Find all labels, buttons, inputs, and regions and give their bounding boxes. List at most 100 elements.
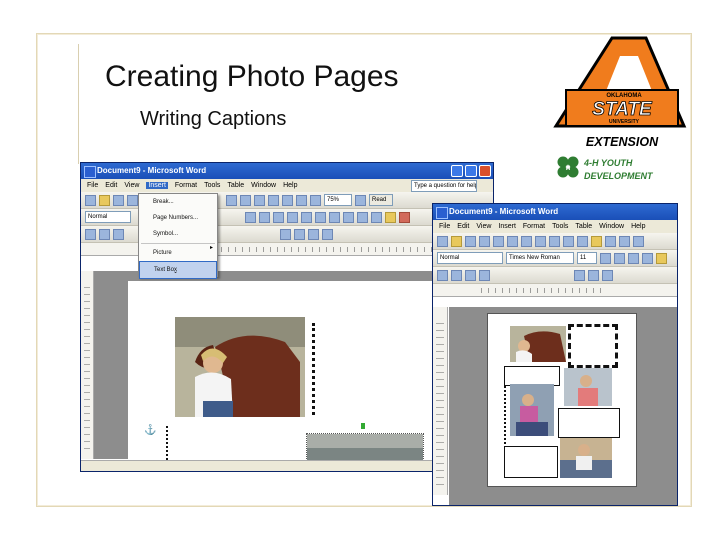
font-size-select[interactable]: 11 xyxy=(577,252,597,264)
menu-edit[interactable]: Edit xyxy=(105,182,117,189)
read-button[interactable]: Read xyxy=(369,194,393,206)
menu-help[interactable]: Help xyxy=(283,182,297,189)
menu-file[interactable]: File xyxy=(439,223,450,230)
permission-icon[interactable] xyxy=(479,235,490,247)
break-link-icon[interactable] xyxy=(588,269,599,281)
create-link-icon[interactable] xyxy=(574,269,585,281)
caption-box-1[interactable] xyxy=(504,366,560,386)
photo-cow-small[interactable] xyxy=(510,326,566,362)
font-color-icon[interactable] xyxy=(399,211,410,223)
menu-table[interactable]: Table xyxy=(227,182,244,189)
align-left-icon[interactable] xyxy=(245,211,256,223)
menu-window[interactable]: Window xyxy=(599,223,624,230)
caption-box-2[interactable] xyxy=(558,408,620,438)
close-button[interactable] xyxy=(479,165,491,177)
minimize-button[interactable] xyxy=(451,165,463,177)
justify-icon[interactable] xyxy=(287,211,298,223)
caption-box-3[interactable] xyxy=(504,446,558,478)
email-icon[interactable] xyxy=(493,235,504,247)
columns-icon[interactable] xyxy=(268,194,279,206)
photo-kids-floor[interactable] xyxy=(510,384,554,436)
redo-icon[interactable] xyxy=(633,235,644,247)
spelling-icon[interactable] xyxy=(535,235,546,247)
redo-icon[interactable] xyxy=(240,194,251,206)
menu-insert[interactable]: Insert xyxy=(498,223,516,230)
break-link-icon[interactable] xyxy=(308,228,319,240)
text-direction-icon[interactable] xyxy=(322,228,333,240)
table-icon[interactable] xyxy=(254,194,265,206)
menu-table[interactable]: Table xyxy=(575,223,592,230)
style-select[interactable]: Normal xyxy=(85,211,131,223)
undo-icon[interactable] xyxy=(226,194,237,206)
paste-icon[interactable] xyxy=(591,235,602,247)
accept-icon[interactable] xyxy=(113,228,124,240)
highlight-icon[interactable] xyxy=(385,211,396,223)
italic-icon[interactable] xyxy=(614,252,625,264)
help-search-input[interactable]: Type a question for help xyxy=(411,179,477,192)
menu-view[interactable]: View xyxy=(476,223,491,230)
font-select[interactable]: Times New Roman xyxy=(506,252,574,264)
menu-edit[interactable]: Edit xyxy=(457,223,469,230)
indent-icon[interactable] xyxy=(357,211,368,223)
track-icon[interactable] xyxy=(85,228,96,240)
menu-item-break[interactable]: Break... xyxy=(139,194,217,210)
menu-window[interactable]: Window xyxy=(251,182,276,189)
photo-person-right[interactable] xyxy=(564,368,612,406)
align-left-icon[interactable] xyxy=(642,252,653,264)
bullets-icon[interactable] xyxy=(329,211,340,223)
preview-icon[interactable] xyxy=(521,235,532,247)
menu-tools[interactable]: Tools xyxy=(552,223,568,230)
style-select[interactable]: Normal xyxy=(437,252,503,264)
rotate-handle[interactable] xyxy=(361,423,365,429)
research-icon[interactable] xyxy=(549,235,560,247)
save-icon[interactable] xyxy=(465,235,476,247)
open-icon[interactable] xyxy=(451,235,462,247)
photo-booth[interactable] xyxy=(560,438,612,478)
drawing-icon[interactable] xyxy=(282,194,293,206)
new-doc-icon[interactable] xyxy=(437,235,448,247)
new-doc-icon[interactable] xyxy=(85,194,96,206)
horizontal-ruler[interactable] xyxy=(433,284,677,297)
word-front-titlebar[interactable]: Document9 - Microsoft Word xyxy=(433,204,677,220)
open-icon[interactable] xyxy=(99,194,110,206)
accept-icon[interactable] xyxy=(465,269,476,281)
line-spacing-icon[interactable] xyxy=(301,211,312,223)
document-page-front[interactable] xyxy=(487,313,637,487)
menu-item-symbol[interactable]: Symbol... xyxy=(139,226,217,242)
menu-insert[interactable]: Insert xyxy=(146,182,168,189)
photo-girl-with-cow[interactable] xyxy=(175,317,305,417)
document-page-back[interactable]: ⚓ xyxy=(128,281,438,465)
text-direction-icon[interactable] xyxy=(602,269,613,281)
reject-icon[interactable] xyxy=(479,269,490,281)
menu-file[interactable]: File xyxy=(87,182,98,189)
show-hide-icon[interactable] xyxy=(310,194,321,206)
undo-icon[interactable] xyxy=(619,235,630,247)
comment-icon[interactable] xyxy=(451,269,462,281)
menu-item-page-numbers[interactable]: Page Numbers... xyxy=(139,210,217,226)
outdent-icon[interactable] xyxy=(343,211,354,223)
bold-icon[interactable] xyxy=(600,252,611,264)
underline-icon[interactable] xyxy=(628,252,639,264)
highlight-icon[interactable] xyxy=(656,252,667,264)
maximize-button[interactable] xyxy=(465,165,477,177)
menu-format[interactable]: Format xyxy=(175,182,197,189)
menu-format[interactable]: Format xyxy=(523,223,545,230)
menu-help[interactable]: Help xyxy=(631,223,645,230)
zoom-select[interactable]: 75% xyxy=(324,194,352,206)
copy-icon[interactable] xyxy=(577,235,588,247)
menu-view[interactable]: View xyxy=(124,182,139,189)
track-icon[interactable] xyxy=(437,269,448,281)
print-icon[interactable] xyxy=(507,235,518,247)
cut-icon[interactable] xyxy=(563,235,574,247)
map-icon[interactable] xyxy=(296,194,307,206)
format-painter-icon[interactable] xyxy=(605,235,616,247)
menu-item-picture[interactable]: Picture xyxy=(139,245,217,261)
align-right-icon[interactable] xyxy=(273,211,284,223)
print-icon[interactable] xyxy=(127,194,138,206)
caption-textbox-selected[interactable] xyxy=(568,324,618,368)
align-center-icon[interactable] xyxy=(259,211,270,223)
word-back-titlebar[interactable]: Document9 - Microsoft Word xyxy=(81,163,493,179)
textbox-tool-icon[interactable] xyxy=(280,228,291,240)
menu-tools[interactable]: Tools xyxy=(204,182,220,189)
comment-icon[interactable] xyxy=(99,228,110,240)
